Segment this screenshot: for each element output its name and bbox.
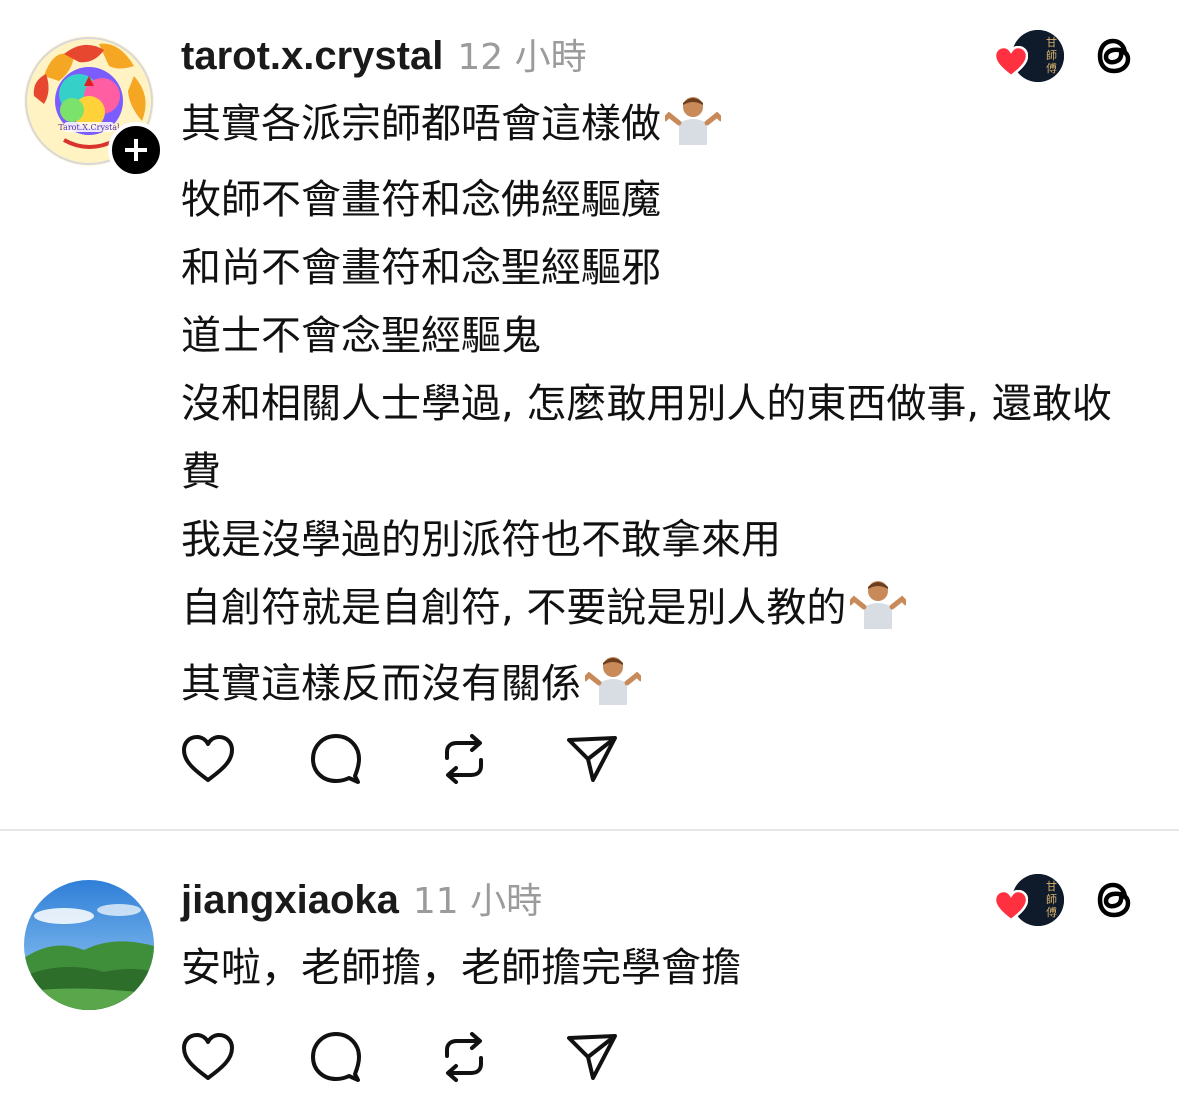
post-line: 牧師不會畫符和念佛經驅魔 [181, 177, 661, 223]
threads-logo-icon[interactable] [1091, 31, 1139, 83]
follow-button[interactable] [108, 122, 164, 178]
liked-by-avatar: 甘師傅 [994, 874, 1066, 926]
like-button[interactable] [181, 1030, 235, 1084]
post-header: tarot.x.crystal 12 小時 [181, 28, 587, 80]
post-line: 道士不會念聖經驅鬼 [181, 313, 541, 359]
heart-icon [994, 890, 1028, 922]
avatar-logo-text: Tarot.X.Crystal [58, 123, 120, 132]
username[interactable]: tarot.x.crystal [181, 34, 443, 79]
post-line: 我是沒學過的別派符也不敢拿來用 [181, 517, 781, 563]
comment-button[interactable] [309, 1030, 363, 1084]
liked-by-avatar: 甘師傅 [994, 30, 1066, 82]
comment-button[interactable] [309, 732, 363, 786]
like-button[interactable] [181, 732, 235, 786]
liked-by-avatar-text: 甘師傅 [1046, 36, 1057, 75]
username[interactable]: jiangxiaoka [181, 878, 399, 923]
post-line: 沒和相關人士學過, 怎麼敢用別人的東西做事, 還敢收費 [181, 381, 1112, 495]
plus-icon [125, 139, 147, 161]
repost-icon [445, 734, 483, 784]
post-header: jiangxiaoka 11 小時 [181, 872, 542, 924]
liked-by-badge[interactable]: 甘師傅 [994, 30, 1066, 82]
person-shrugging-emoji [582, 653, 644, 726]
post-line: 安啦，老師擔，老師擔完學會擔 [181, 945, 741, 991]
post-actions [181, 732, 693, 786]
send-icon [567, 736, 617, 782]
post-body: 其實各派宗師都唔會這樣做 牧師不會畫符和念佛經驅魔 和尚不會畫符和念聖經驅邪 道… [181, 90, 1141, 726]
timestamp: 12 小時 [457, 37, 587, 78]
heart-outline-icon [182, 1033, 234, 1080]
person-shrugging-emoji [662, 93, 724, 166]
repost-button[interactable] [437, 732, 491, 786]
post-line: 其實各派宗師都唔會這樣做 [181, 90, 1141, 166]
post-line: 其實這樣反而沒有關係 [181, 650, 1141, 726]
divider [0, 829, 1179, 831]
repost-button[interactable] [437, 1030, 491, 1084]
post-body: 安啦，老師擔，老師擔完學會擔 [181, 934, 1141, 1002]
heart-icon [994, 46, 1028, 78]
post-line: 和尚不會畫符和念聖經驅邪 [181, 245, 661, 291]
threads-logo-icon[interactable] [1091, 875, 1139, 927]
repost-icon [445, 1032, 483, 1082]
share-button[interactable] [565, 1030, 619, 1084]
post-line: 自創符就是自創符, 不要說是別人教的 [181, 574, 1141, 650]
share-button[interactable] [565, 732, 619, 786]
send-icon [567, 1034, 617, 1080]
avatar[interactable] [24, 880, 154, 1010]
heart-outline-icon [182, 735, 234, 782]
comment-bubble-icon [311, 734, 361, 784]
liked-by-avatar-text: 甘師傅 [1046, 880, 1057, 919]
person-shrugging-emoji [847, 577, 909, 650]
timestamp: 11 小時 [412, 881, 543, 922]
post-actions [181, 1030, 693, 1084]
comment-bubble-icon [311, 1032, 361, 1082]
liked-by-badge[interactable]: 甘師傅 [994, 874, 1066, 926]
